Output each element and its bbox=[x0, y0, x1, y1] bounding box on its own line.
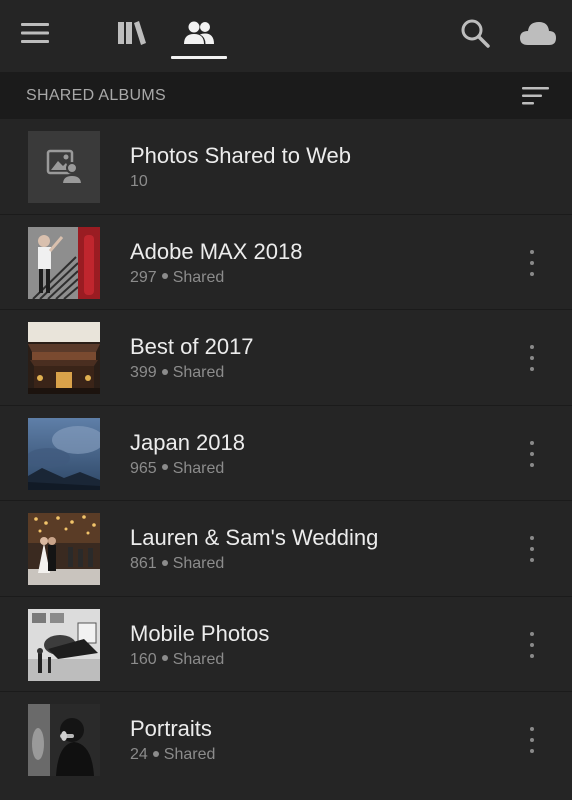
album-row[interactable]: Lauren & Sam's Wedding 861 Shared bbox=[0, 501, 572, 597]
album-title: Adobe MAX 2018 bbox=[130, 238, 303, 264]
shared-people-icon[interactable] bbox=[176, 14, 222, 52]
placeholder-image-icon bbox=[28, 131, 100, 203]
album-count: 24 bbox=[130, 746, 148, 763]
album-title: Mobile Photos bbox=[130, 620, 270, 646]
album-count: 160 bbox=[130, 650, 157, 668]
album-status: Shared bbox=[172, 459, 225, 477]
more-options-icon[interactable] bbox=[520, 247, 544, 279]
album-list: Photos Shared to Web 10 Adobe MAX 2018 2… bbox=[0, 119, 572, 788]
separator-dot bbox=[161, 655, 168, 662]
album-row[interactable]: Japan 2018 965 Shared bbox=[0, 406, 572, 501]
library-icon[interactable] bbox=[112, 14, 152, 52]
album-meta: 160 Shared bbox=[130, 651, 224, 669]
album-title: Photos Shared to Web bbox=[130, 143, 351, 168]
more-options-icon[interactable] bbox=[520, 533, 544, 565]
album-count: 297 bbox=[130, 268, 157, 286]
separator-dot bbox=[161, 464, 168, 471]
album-status: Shared bbox=[172, 268, 225, 286]
more-options-icon[interactable] bbox=[520, 724, 544, 756]
album-meta: 861 Shared bbox=[130, 555, 224, 573]
album-thumbnail bbox=[28, 322, 100, 394]
album-meta: 399 Shared bbox=[130, 364, 224, 382]
album-meta: 297 Shared bbox=[130, 269, 224, 287]
album-status: Shared bbox=[172, 555, 225, 572]
active-tab-indicator bbox=[171, 56, 227, 59]
album-thumbnail bbox=[28, 513, 100, 585]
section-title: SHARED ALBUMS bbox=[26, 87, 166, 104]
album-thumbnail bbox=[28, 608, 100, 681]
search-icon[interactable] bbox=[456, 14, 494, 52]
top-navigation-bar bbox=[0, 0, 572, 72]
album-row[interactable]: Best of 2017 399 Shared bbox=[0, 310, 572, 406]
album-title: Portraits bbox=[130, 716, 212, 741]
album-count: 861 bbox=[130, 555, 157, 572]
album-title: Lauren & Sam's Wedding bbox=[130, 525, 379, 550]
album-row[interactable]: Mobile Photos 160 Shared bbox=[0, 597, 572, 692]
menu-icon[interactable] bbox=[16, 14, 54, 52]
album-count: 965 bbox=[130, 459, 157, 477]
album-status: Shared bbox=[172, 364, 225, 381]
album-status: Shared bbox=[172, 650, 225, 668]
album-thumbnail bbox=[28, 226, 100, 299]
more-options-icon[interactable] bbox=[520, 629, 544, 661]
album-thumbnail bbox=[28, 704, 100, 776]
album-row[interactable]: Portraits 24 Shared bbox=[0, 692, 572, 788]
sort-icon[interactable] bbox=[520, 82, 552, 110]
separator-dot bbox=[161, 273, 168, 280]
album-meta: 10 bbox=[130, 173, 148, 191]
more-options-icon[interactable] bbox=[520, 342, 544, 374]
album-meta: 24 Shared bbox=[130, 746, 215, 764]
album-row[interactable]: Adobe MAX 2018 297 Shared bbox=[0, 215, 572, 310]
album-row[interactable]: Photos Shared to Web 10 bbox=[0, 119, 572, 215]
separator-dot bbox=[161, 559, 168, 566]
cloud-icon[interactable] bbox=[516, 14, 560, 52]
album-count: 399 bbox=[130, 364, 157, 381]
separator-dot bbox=[152, 750, 159, 757]
album-count: 10 bbox=[130, 173, 148, 190]
album-thumbnail bbox=[28, 131, 100, 203]
album-title: Japan 2018 bbox=[130, 429, 245, 455]
album-status: Shared bbox=[163, 746, 216, 763]
album-thumbnail bbox=[28, 417, 100, 490]
album-meta: 965 Shared bbox=[130, 460, 224, 478]
section-header: SHARED ALBUMS bbox=[0, 72, 572, 119]
more-options-icon[interactable] bbox=[520, 438, 544, 470]
album-title: Best of 2017 bbox=[130, 334, 254, 359]
separator-dot bbox=[161, 368, 168, 375]
